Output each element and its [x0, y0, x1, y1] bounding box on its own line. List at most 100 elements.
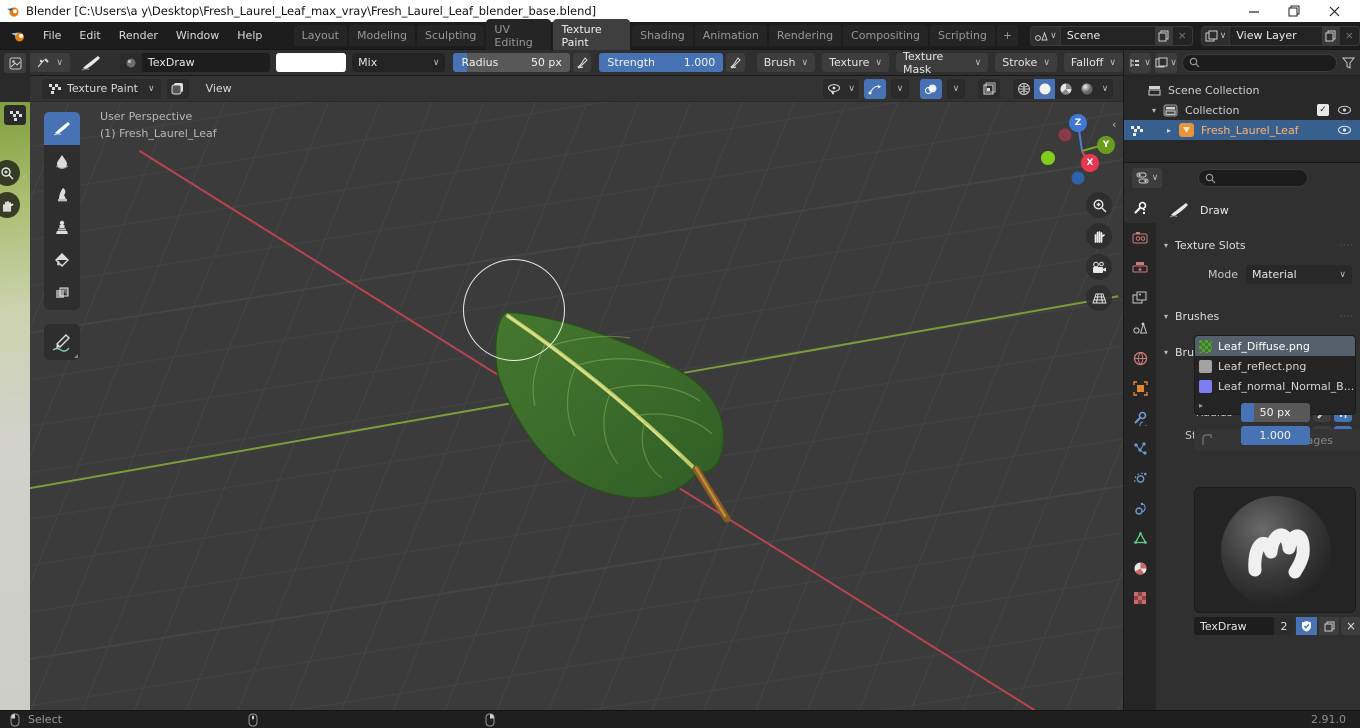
tool-draw-icon[interactable] [44, 112, 80, 145]
tool-clone-icon[interactable] [44, 211, 80, 244]
strength-slider[interactable]: Strength 1.000 [599, 53, 724, 72]
tool-annotate-icon[interactable] [44, 324, 80, 360]
strength-pressure-icon[interactable] [726, 53, 745, 72]
show-object-types-dropdown[interactable]: ∨ [823, 78, 859, 99]
object-name[interactable]: Fresh_Laurel_Leaf [1201, 124, 1299, 137]
collapse-right-arrow[interactable]: ‹ [1112, 118, 1116, 131]
tab-object[interactable] [1124, 373, 1156, 403]
scene-selector[interactable]: ∨ Scene × [1030, 25, 1193, 46]
expand-triangle-icon[interactable]: ▸ [1167, 126, 1171, 135]
eye-icon[interactable] [1337, 105, 1352, 115]
outliner-filter-image-icon[interactable]: ∨ [1155, 52, 1177, 73]
expand-triangle-icon[interactable]: ▾ [1152, 106, 1156, 115]
close-button[interactable] [1314, 0, 1354, 22]
overlays-dropdown[interactable]: ∨ [947, 78, 965, 99]
menu-render[interactable]: Render [110, 25, 167, 46]
blend-mode-dropdown[interactable]: Mix ∨ [352, 53, 446, 72]
workspace-tab-animation[interactable]: Animation [694, 25, 767, 46]
tab-material[interactable] [1124, 553, 1156, 583]
texture-popover[interactable]: Texture ∨ [822, 53, 889, 72]
texture-slot-item[interactable]: Leaf_reflect.png [1195, 356, 1355, 376]
tab-texture[interactable] [1124, 583, 1156, 613]
outliner-search-input[interactable] [1182, 53, 1337, 72]
paint-mask-icon[interactable] [166, 78, 189, 99]
minimize-button[interactable] [1234, 0, 1274, 22]
menu-help[interactable]: Help [228, 25, 271, 46]
tool-smear-icon[interactable] [44, 178, 80, 211]
brushes-section-header[interactable]: ▾ Brushes ···· [1164, 306, 1354, 326]
menu-window[interactable]: Window [167, 25, 228, 46]
tab-particles[interactable] [1124, 433, 1156, 463]
panel-grip[interactable]: ···· [1340, 312, 1354, 321]
3d-viewport[interactable]: Texture Paint ∨ View ∨ ∨ ∨ ∨ User Perspe… [30, 76, 1123, 710]
tool-soften-icon[interactable] [44, 145, 80, 178]
outliner-row-collection[interactable]: ▾ Collection ✓ [1124, 100, 1360, 120]
image-editor-type-icon[interactable] [4, 53, 26, 73]
remove-view-layer-icon[interactable]: × [1340, 29, 1359, 42]
viewport-camera-icon[interactable] [1086, 254, 1112, 280]
active-brush-icon[interactable] [80, 54, 102, 72]
gizmos-dropdown[interactable]: ∨ [891, 78, 909, 99]
workspace-tab-shading[interactable]: Shading [632, 25, 693, 46]
restore-button[interactable] [1274, 0, 1314, 22]
shading-solid-icon[interactable] [1034, 78, 1055, 99]
scene-icon[interactable]: ∨ [1031, 26, 1061, 45]
fake-user-shield-icon[interactable] [1296, 617, 1317, 635]
new-view-layer-icon[interactable] [1321, 26, 1340, 45]
tab-tool[interactable] [1124, 193, 1156, 223]
tab-output[interactable] [1124, 253, 1156, 283]
unlink-scene-icon[interactable]: × [1173, 29, 1192, 42]
xray-toggle-icon[interactable] [978, 78, 1000, 99]
workspace-tab-uv-editing[interactable]: UV Editing [486, 18, 552, 53]
texture-slots-section-header[interactable]: ▾ Texture Slots ···· [1164, 235, 1354, 255]
radius-slider[interactable]: 50 px [1240, 403, 1310, 422]
brush-name-field[interactable]: TexDraw [141, 53, 270, 72]
radius-slider[interactable]: Radius 50 px [453, 53, 570, 72]
tab-physics[interactable] [1124, 463, 1156, 493]
workspace-tab-layout[interactable]: Layout [293, 25, 347, 46]
duplicate-brush-icon[interactable] [1319, 617, 1339, 635]
shading-material-icon[interactable] [1055, 79, 1076, 99]
brush-name-field[interactable]: TexDraw [1194, 617, 1274, 635]
view-layer-name[interactable]: View Layer [1230, 29, 1321, 42]
tab-view-layer[interactable] [1124, 283, 1156, 313]
tool-mask-icon[interactable] [44, 277, 80, 310]
brush-presets-dropdown[interactable]: ∨ [29, 53, 70, 72]
collapse-left-arrow[interactable]: ‹ [22, 170, 26, 183]
tab-modifiers[interactable] [1124, 403, 1156, 433]
browse-brush-icon[interactable] [119, 52, 142, 73]
stroke-popover[interactable]: Stroke ∨ [995, 53, 1057, 72]
interaction-mode-dropdown[interactable]: Texture Paint ∨ [42, 78, 161, 99]
menu-file[interactable]: File [34, 25, 70, 46]
shading-rendered-icon[interactable] [1076, 79, 1097, 99]
outliner-row-scene-collection[interactable]: Scene Collection [1124, 80, 1360, 100]
tab-world[interactable] [1124, 343, 1156, 373]
brush-popover[interactable]: Brush ∨ [756, 53, 816, 72]
workspace-tab-rendering[interactable]: Rendering [768, 25, 842, 46]
menu-edit[interactable]: Edit [70, 25, 109, 46]
image-zoom-icon[interactable] [0, 160, 20, 186]
texture-slot-item[interactable]: Leaf_normal_Normal_B... [1195, 376, 1355, 396]
outliner-display-mode-icon[interactable]: ∨ [1129, 52, 1151, 73]
tab-render[interactable] [1124, 223, 1156, 253]
add-workspace-button[interactable]: + [996, 25, 1019, 46]
tab-object-data[interactable] [1124, 523, 1156, 553]
leaf-object[interactable] [30, 76, 1123, 710]
view-layer-selector[interactable]: ∨ View Layer × [1200, 25, 1360, 46]
falloff-popover[interactable]: Falloff ∨ [1063, 53, 1123, 72]
radius-pressure-icon[interactable] [572, 53, 592, 72]
unlink-brush-icon[interactable]: × [1341, 617, 1360, 635]
viewport-perspective-toggle-icon[interactable] [1086, 285, 1112, 311]
image-paint-mode-icon[interactable] [4, 105, 26, 125]
brush-color-swatch[interactable] [275, 53, 347, 72]
shading-dropdown[interactable]: ∨ [1097, 79, 1113, 99]
brush-preview[interactable] [1194, 487, 1356, 613]
navigation-gizmo[interactable]: Z Y X [1035, 106, 1120, 186]
eye-icon[interactable] [1337, 125, 1352, 135]
outliner-row-object[interactable]: ▸ Fresh_Laurel_Leaf [1124, 120, 1360, 140]
tab-constraints[interactable] [1124, 493, 1156, 523]
blender-menu-icon[interactable] [0, 29, 34, 43]
workspace-tab-compositing[interactable]: Compositing [843, 25, 928, 46]
texture-slot-item[interactable]: Leaf_Diffuse.png [1195, 336, 1355, 356]
workspace-tab-texture-paint[interactable]: Texture Paint [553, 18, 631, 53]
